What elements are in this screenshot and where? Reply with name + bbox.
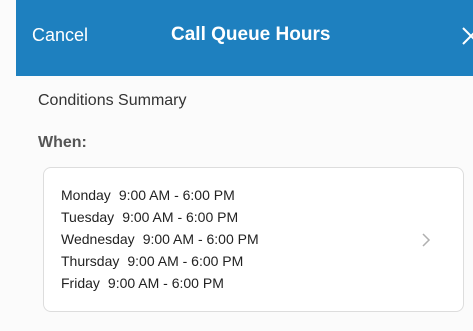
day-label: Monday	[61, 187, 111, 203]
conditions-summary-heading: Conditions Summary	[38, 92, 187, 109]
day-label: Wednesday	[61, 231, 135, 247]
day-label: Friday	[61, 275, 100, 291]
day-label: Tuesday	[61, 209, 115, 225]
cancel-button[interactable]: Cancel	[32, 25, 88, 46]
schedule-list: Monday 9:00 AM - 6:00 PM Tuesday 9:00 AM -…	[61, 184, 259, 294]
when-label: When:	[38, 134, 87, 151]
schedule-card[interactable]: Monday 9:00 AM - 6:00 PM Tuesday 9:00 AM -…	[43, 167, 464, 312]
hours-label: 9:00 AM - 6:00 PM	[122, 209, 239, 225]
schedule-row-thursday: Thursday 9:00 AM - 6:00 PM	[61, 250, 259, 272]
call-queue-hours-screen: Cancel Call Queue Hours Conditions Summa…	[0, 0, 473, 331]
close-icon[interactable]	[461, 20, 473, 54]
schedule-row-tuesday: Tuesday 9:00 AM - 6:00 PM	[61, 206, 259, 228]
schedule-row-friday: Friday 9:00 AM - 6:00 PM	[61, 272, 259, 294]
schedule-row-monday: Monday 9:00 AM - 6:00 PM	[61, 184, 259, 206]
top-nav-bar: Cancel Call Queue Hours	[16, 0, 473, 76]
hours-label: 9:00 AM - 6:00 PM	[107, 275, 224, 291]
page-title: Call Queue Hours	[171, 24, 331, 45]
schedule-row-wednesday: Wednesday 9:00 AM - 6:00 PM	[61, 228, 259, 250]
hours-label: 9:00 AM - 6:00 PM	[142, 231, 259, 247]
chevron-right-icon	[421, 232, 431, 248]
hours-label: 9:00 AM - 6:00 PM	[118, 187, 235, 203]
day-label: Thursday	[61, 253, 120, 269]
hours-label: 9:00 AM - 6:00 PM	[127, 253, 244, 269]
